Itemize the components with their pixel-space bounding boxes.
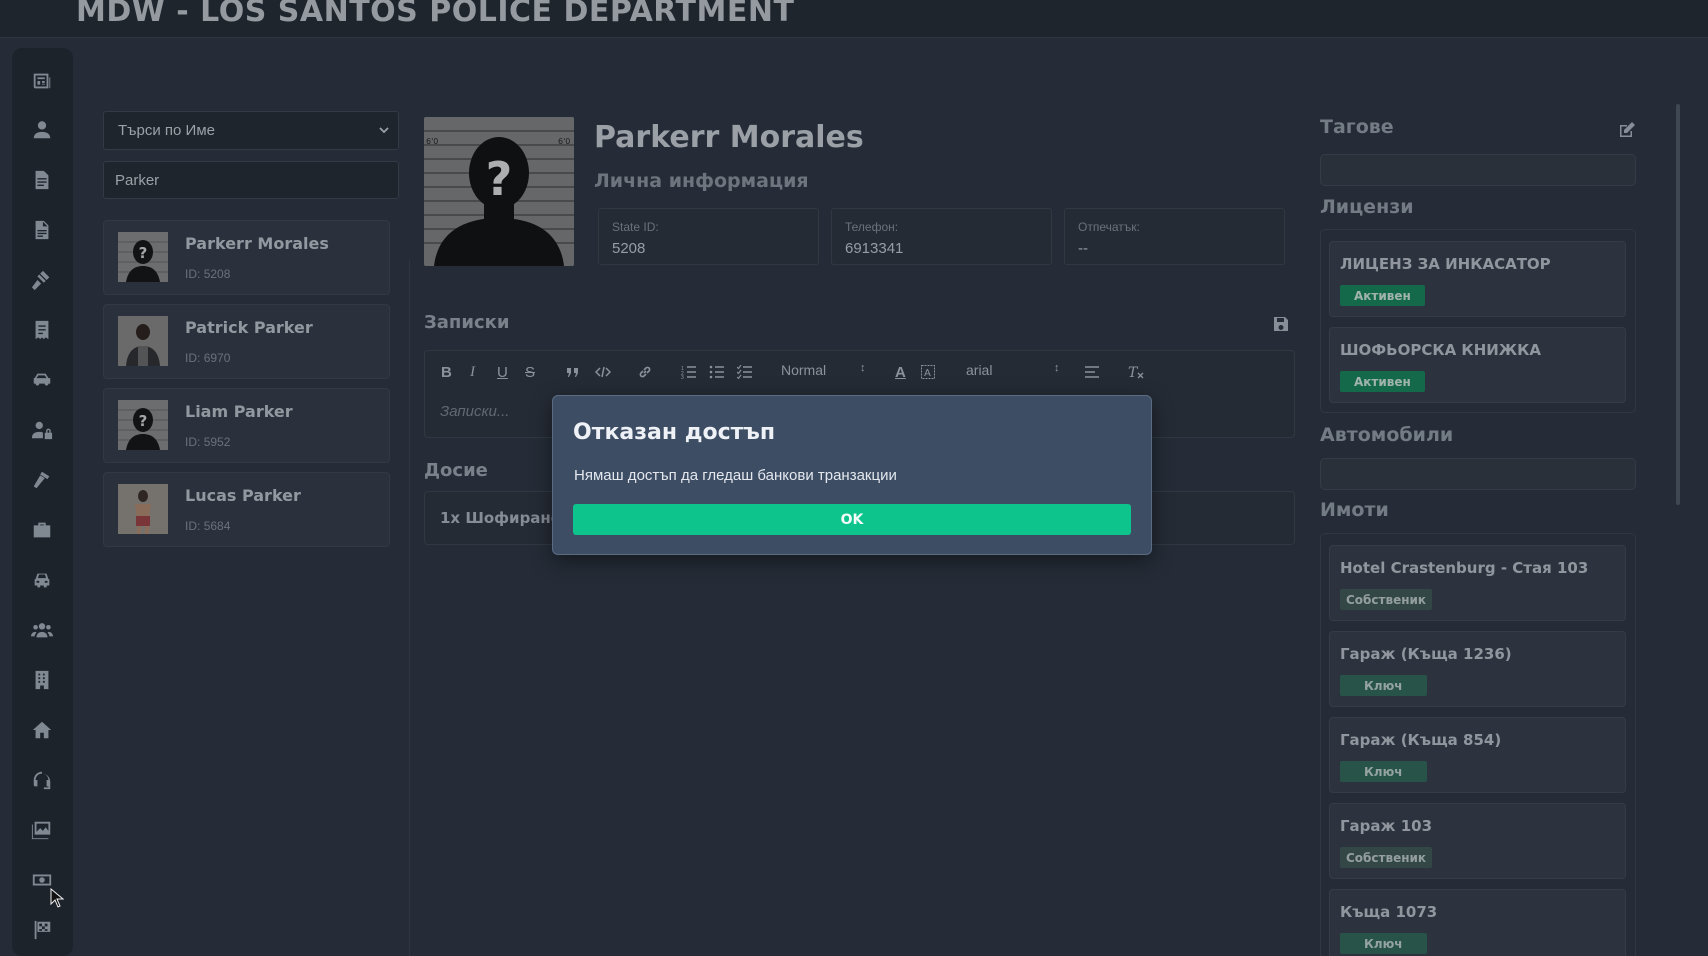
dialog-message: Нямаш достъп да гледаш банкови транзакци… [574,467,897,484]
mouse-cursor-icon [50,888,64,908]
access-denied-dialog: Отказан достъп Нямаш достъп да гледаш ба… [552,395,1152,555]
ok-button[interactable]: OK [573,504,1131,535]
dialog-title: Отказан достъп [573,420,776,445]
